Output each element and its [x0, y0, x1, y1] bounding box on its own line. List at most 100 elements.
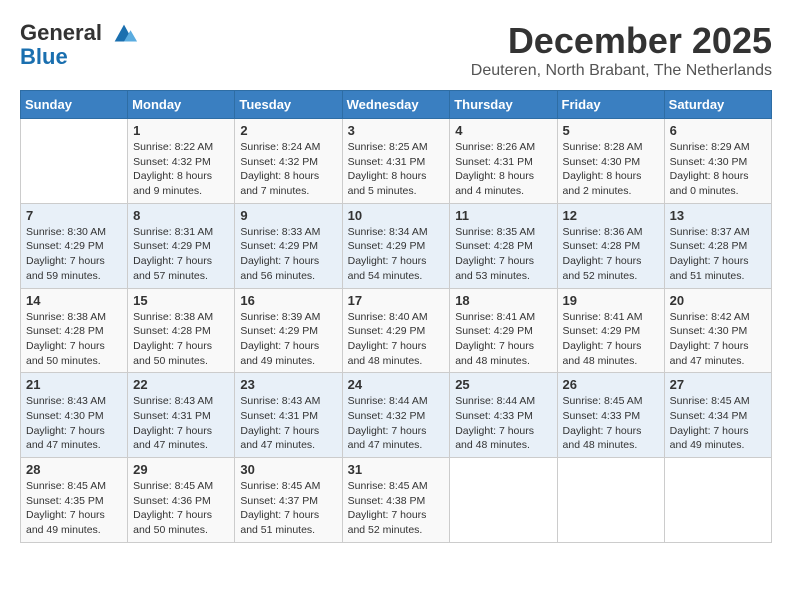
- subtitle: Deuteren, North Brabant, The Netherlands: [471, 62, 772, 80]
- day-detail: Sunrise: 8:25 AMSunset: 4:31 PMDaylight:…: [348, 141, 428, 197]
- day-detail: Sunrise: 8:41 AMSunset: 4:29 PMDaylight:…: [563, 311, 643, 367]
- calendar-table: SundayMondayTuesdayWednesdayThursdayFrid…: [20, 90, 772, 543]
- day-cell: 29 Sunrise: 8:45 AMSunset: 4:36 PMDaylig…: [128, 458, 235, 543]
- day-number: 25: [455, 377, 551, 392]
- day-number: 12: [563, 208, 659, 223]
- day-detail: Sunrise: 8:31 AMSunset: 4:29 PMDaylight:…: [133, 226, 213, 282]
- day-detail: Sunrise: 8:45 AMSunset: 4:36 PMDaylight:…: [133, 480, 213, 536]
- day-number: 28: [26, 462, 122, 477]
- day-number: 29: [133, 462, 229, 477]
- header-tuesday: Tuesday: [235, 91, 342, 119]
- day-cell: 27 Sunrise: 8:45 AMSunset: 4:34 PMDaylig…: [664, 373, 771, 458]
- logo-icon: [110, 20, 138, 48]
- day-cell: 5 Sunrise: 8:28 AMSunset: 4:30 PMDayligh…: [557, 119, 664, 204]
- day-number: 27: [670, 377, 766, 392]
- day-detail: Sunrise: 8:33 AMSunset: 4:29 PMDaylight:…: [240, 226, 320, 282]
- day-cell: 22 Sunrise: 8:43 AMSunset: 4:31 PMDaylig…: [128, 373, 235, 458]
- day-number: 10: [348, 208, 445, 223]
- day-cell: 20 Sunrise: 8:42 AMSunset: 4:30 PMDaylig…: [664, 288, 771, 373]
- day-number: 13: [670, 208, 766, 223]
- day-detail: Sunrise: 8:22 AMSunset: 4:32 PMDaylight:…: [133, 141, 213, 197]
- week-row-3: 14 Sunrise: 8:38 AMSunset: 4:28 PMDaylig…: [21, 288, 772, 373]
- day-number: 19: [563, 293, 659, 308]
- day-detail: Sunrise: 8:34 AMSunset: 4:29 PMDaylight:…: [348, 226, 428, 282]
- day-detail: Sunrise: 8:30 AMSunset: 4:29 PMDaylight:…: [26, 226, 106, 282]
- week-row-2: 7 Sunrise: 8:30 AMSunset: 4:29 PMDayligh…: [21, 203, 772, 288]
- day-number: 31: [348, 462, 445, 477]
- week-row-1: 1 Sunrise: 8:22 AMSunset: 4:32 PMDayligh…: [21, 119, 772, 204]
- day-cell: 14 Sunrise: 8:38 AMSunset: 4:28 PMDaylig…: [21, 288, 128, 373]
- day-detail: Sunrise: 8:36 AMSunset: 4:28 PMDaylight:…: [563, 226, 643, 282]
- day-cell: 8 Sunrise: 8:31 AMSunset: 4:29 PMDayligh…: [128, 203, 235, 288]
- day-cell: 7 Sunrise: 8:30 AMSunset: 4:29 PMDayligh…: [21, 203, 128, 288]
- day-cell: [450, 458, 557, 543]
- day-number: 11: [455, 208, 551, 223]
- day-cell: 2 Sunrise: 8:24 AMSunset: 4:32 PMDayligh…: [235, 119, 342, 204]
- day-cell: 18 Sunrise: 8:41 AMSunset: 4:29 PMDaylig…: [450, 288, 557, 373]
- day-cell: 3 Sunrise: 8:25 AMSunset: 4:31 PMDayligh…: [342, 119, 450, 204]
- day-number: 23: [240, 377, 336, 392]
- day-cell: 11 Sunrise: 8:35 AMSunset: 4:28 PMDaylig…: [450, 203, 557, 288]
- day-number: 30: [240, 462, 336, 477]
- day-number: 20: [670, 293, 766, 308]
- day-number: 21: [26, 377, 122, 392]
- header-sunday: Sunday: [21, 91, 128, 119]
- logo-line1: General: [20, 20, 102, 45]
- day-detail: Sunrise: 8:38 AMSunset: 4:28 PMDaylight:…: [26, 311, 106, 367]
- day-number: 18: [455, 293, 551, 308]
- day-detail: Sunrise: 8:26 AMSunset: 4:31 PMDaylight:…: [455, 141, 535, 197]
- day-detail: Sunrise: 8:42 AMSunset: 4:30 PMDaylight:…: [670, 311, 750, 367]
- header-row: SundayMondayTuesdayWednesdayThursdayFrid…: [21, 91, 772, 119]
- month-title: December 2025: [471, 20, 772, 62]
- day-cell: 15 Sunrise: 8:38 AMSunset: 4:28 PMDaylig…: [128, 288, 235, 373]
- week-row-4: 21 Sunrise: 8:43 AMSunset: 4:30 PMDaylig…: [21, 373, 772, 458]
- day-detail: Sunrise: 8:35 AMSunset: 4:28 PMDaylight:…: [455, 226, 535, 282]
- day-number: 8: [133, 208, 229, 223]
- day-number: 1: [133, 123, 229, 138]
- day-cell: 1 Sunrise: 8:22 AMSunset: 4:32 PMDayligh…: [128, 119, 235, 204]
- day-cell: 23 Sunrise: 8:43 AMSunset: 4:31 PMDaylig…: [235, 373, 342, 458]
- day-number: 7: [26, 208, 122, 223]
- day-detail: Sunrise: 8:39 AMSunset: 4:29 PMDaylight:…: [240, 311, 320, 367]
- day-detail: Sunrise: 8:45 AMSunset: 4:34 PMDaylight:…: [670, 395, 750, 451]
- day-detail: Sunrise: 8:44 AMSunset: 4:33 PMDaylight:…: [455, 395, 535, 451]
- day-cell: 26 Sunrise: 8:45 AMSunset: 4:33 PMDaylig…: [557, 373, 664, 458]
- day-cell: 17 Sunrise: 8:40 AMSunset: 4:29 PMDaylig…: [342, 288, 450, 373]
- day-number: 14: [26, 293, 122, 308]
- day-cell: 24 Sunrise: 8:44 AMSunset: 4:32 PMDaylig…: [342, 373, 450, 458]
- day-detail: Sunrise: 8:41 AMSunset: 4:29 PMDaylight:…: [455, 311, 535, 367]
- header-saturday: Saturday: [664, 91, 771, 119]
- day-detail: Sunrise: 8:45 AMSunset: 4:33 PMDaylight:…: [563, 395, 643, 451]
- day-cell: 25 Sunrise: 8:44 AMSunset: 4:33 PMDaylig…: [450, 373, 557, 458]
- day-cell: 13 Sunrise: 8:37 AMSunset: 4:28 PMDaylig…: [664, 203, 771, 288]
- day-cell: 12 Sunrise: 8:36 AMSunset: 4:28 PMDaylig…: [557, 203, 664, 288]
- day-cell: 16 Sunrise: 8:39 AMSunset: 4:29 PMDaylig…: [235, 288, 342, 373]
- title-block: December 2025 Deuteren, North Brabant, T…: [471, 20, 772, 80]
- header-monday: Monday: [128, 91, 235, 119]
- day-number: 24: [348, 377, 445, 392]
- day-number: 3: [348, 123, 445, 138]
- day-cell: 6 Sunrise: 8:29 AMSunset: 4:30 PMDayligh…: [664, 119, 771, 204]
- day-number: 26: [563, 377, 659, 392]
- day-cell: 4 Sunrise: 8:26 AMSunset: 4:31 PMDayligh…: [450, 119, 557, 204]
- day-detail: Sunrise: 8:40 AMSunset: 4:29 PMDaylight:…: [348, 311, 428, 367]
- day-cell: [664, 458, 771, 543]
- day-detail: Sunrise: 8:44 AMSunset: 4:32 PMDaylight:…: [348, 395, 428, 451]
- day-cell: 19 Sunrise: 8:41 AMSunset: 4:29 PMDaylig…: [557, 288, 664, 373]
- header-thursday: Thursday: [450, 91, 557, 119]
- day-detail: Sunrise: 8:43 AMSunset: 4:31 PMDaylight:…: [240, 395, 320, 451]
- day-detail: Sunrise: 8:37 AMSunset: 4:28 PMDaylight:…: [670, 226, 750, 282]
- logo: General Blue: [20, 20, 138, 70]
- day-detail: Sunrise: 8:29 AMSunset: 4:30 PMDaylight:…: [670, 141, 750, 197]
- day-number: 2: [240, 123, 336, 138]
- day-cell: [21, 119, 128, 204]
- header-wednesday: Wednesday: [342, 91, 450, 119]
- day-detail: Sunrise: 8:45 AMSunset: 4:35 PMDaylight:…: [26, 480, 106, 536]
- day-number: 17: [348, 293, 445, 308]
- day-detail: Sunrise: 8:38 AMSunset: 4:28 PMDaylight:…: [133, 311, 213, 367]
- header-friday: Friday: [557, 91, 664, 119]
- day-cell: 21 Sunrise: 8:43 AMSunset: 4:30 PMDaylig…: [21, 373, 128, 458]
- page-header: General Blue December 2025 Deuteren, Nor…: [20, 20, 772, 80]
- day-detail: Sunrise: 8:45 AMSunset: 4:38 PMDaylight:…: [348, 480, 428, 536]
- day-number: 6: [670, 123, 766, 138]
